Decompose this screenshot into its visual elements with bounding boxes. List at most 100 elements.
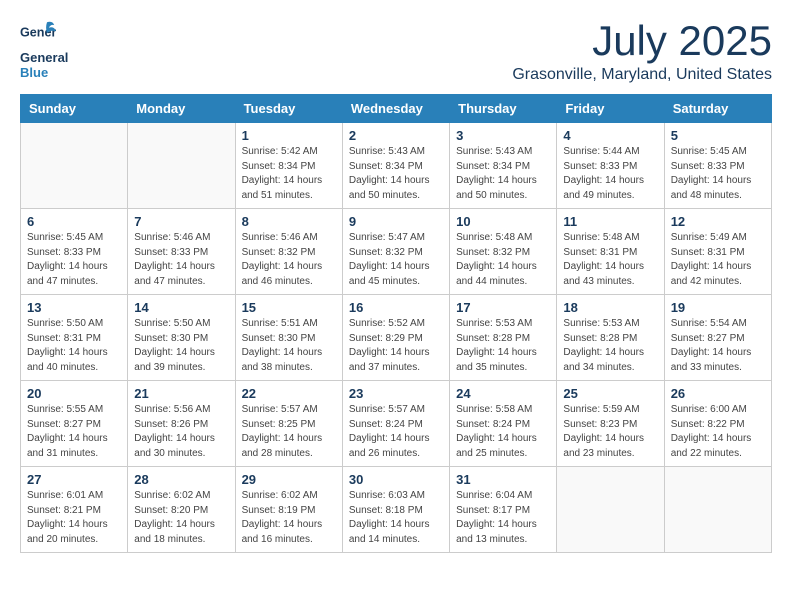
day-info: Sunrise: 6:01 AM Sunset: 8:21 PM Dayligh…: [27, 489, 121, 547]
day-info: Sunrise: 6:04 AM Sunset: 8:17 PM Dayligh…: [456, 489, 550, 547]
calendar-cell: 7Sunrise: 5:46 AM Sunset: 8:33 PM Daylig…: [128, 209, 235, 295]
calendar-cell: 12 Sunrise: 5:49 AM Sunset: 8:31 PM Dayli…: [664, 209, 771, 295]
day-info: Sunrise: 5:57 AM Sunset: 8:24 PM Dayligh…: [349, 403, 443, 461]
day-info: Sunrise: 5:46 AM Sunset: 8:32 PM Dayligh…: [242, 231, 336, 289]
day-info: Sunrise: 5:43 AM Sunset: 8:34 PM Dayligh…: [456, 145, 550, 203]
day-info: Sunrise: 5:50 AM Sunset: 8:30 PM Dayligh…: [134, 317, 228, 375]
day-info: Sunrise: 6:02 AM Sunset: 8:20 PM Dayligh…: [134, 489, 228, 547]
calendar-cell: 10 Sunrise: 5:48 AM Sunset: 8:32 PM Dayli…: [450, 209, 557, 295]
column-header-sunday: Sunday: [21, 95, 128, 123]
logo-blue: Blue: [20, 65, 48, 80]
calendar-cell: 11 Sunrise: 5:48 AM Sunset: 8:31 PM Dayli…: [557, 209, 664, 295]
day-number: 14: [134, 300, 228, 315]
calendar-cell: 8 Sunrise: 5:46 AM Sunset: 8:32 PM Daylig…: [235, 209, 342, 295]
calendar-cell: 18Sunrise: 5:53 AM Sunset: 8:28 PM Dayli…: [557, 295, 664, 381]
calendar-cell: 3 Sunrise: 5:43 AM Sunset: 8:34 PM Daylig…: [450, 123, 557, 209]
column-header-wednesday: Wednesday: [342, 95, 449, 123]
calendar-cell: 21 Sunrise: 5:56 AM Sunset: 8:26 PM Dayli…: [128, 381, 235, 467]
day-number: 4: [563, 128, 657, 143]
day-info: Sunrise: 5:43 AM Sunset: 8:34 PM Dayligh…: [349, 145, 443, 203]
day-number: 3: [456, 128, 550, 143]
column-header-tuesday: Tuesday: [235, 95, 342, 123]
day-number: 29: [242, 472, 336, 487]
day-number: 28: [134, 472, 228, 487]
day-number: 5: [671, 128, 765, 143]
day-info: Sunrise: 5:45 AM Sunset: 8:33 PM Dayligh…: [671, 145, 765, 203]
calendar-cell: 30 Sunrise: 6:03 AM Sunset: 8:18 PM Dayli…: [342, 467, 449, 553]
calendar-cell: 29 Sunrise: 6:02 AM Sunset: 8:19 PM Dayli…: [235, 467, 342, 553]
title-block: July 2025 Grasonville, Maryland, United …: [512, 20, 772, 84]
week-row-1: 1 Sunrise: 5:42 AM Sunset: 8:34 PM Daylig…: [21, 123, 772, 209]
day-number: 1: [242, 128, 336, 143]
calendar-cell: [664, 467, 771, 553]
day-number: 26: [671, 386, 765, 401]
week-row-5: 27 Sunrise: 6:01 AM Sunset: 8:21 PM Dayli…: [21, 467, 772, 553]
logo: General General Blue: [20, 20, 68, 80]
calendar-cell: 9Sunrise: 5:47 AM Sunset: 8:32 PM Daylig…: [342, 209, 449, 295]
calendar-cell: 22 Sunrise: 5:57 AM Sunset: 8:25 PM Dayli…: [235, 381, 342, 467]
day-number: 12: [671, 214, 765, 229]
day-number: 30: [349, 472, 443, 487]
day-info: Sunrise: 6:02 AM Sunset: 8:19 PM Dayligh…: [242, 489, 336, 547]
day-number: 20: [27, 386, 121, 401]
calendar-cell: 20 Sunrise: 5:55 AM Sunset: 8:27 PM Dayli…: [21, 381, 128, 467]
calendar-cell: 25Sunrise: 5:59 AM Sunset: 8:23 PM Dayli…: [557, 381, 664, 467]
day-number: 2: [349, 128, 443, 143]
calendar-cell: [557, 467, 664, 553]
calendar-cell: 2 Sunrise: 5:43 AM Sunset: 8:34 PM Daylig…: [342, 123, 449, 209]
logo-general: General: [20, 50, 68, 65]
column-header-friday: Friday: [557, 95, 664, 123]
day-info: Sunrise: 5:48 AM Sunset: 8:32 PM Dayligh…: [456, 231, 550, 289]
calendar-cell: 19 Sunrise: 5:54 AM Sunset: 8:27 PM Dayli…: [664, 295, 771, 381]
calendar-cell: 31 Sunrise: 6:04 AM Sunset: 8:17 PM Dayli…: [450, 467, 557, 553]
day-info: Sunrise: 5:53 AM Sunset: 8:28 PM Dayligh…: [563, 317, 657, 375]
day-info: Sunrise: 6:03 AM Sunset: 8:18 PM Dayligh…: [349, 489, 443, 547]
day-info: Sunrise: 5:48 AM Sunset: 8:31 PM Dayligh…: [563, 231, 657, 289]
day-number: 21: [134, 386, 228, 401]
day-number: 16: [349, 300, 443, 315]
calendar-cell: 23 Sunrise: 5:57 AM Sunset: 8:24 PM Dayli…: [342, 381, 449, 467]
month-year-title: July 2025: [512, 20, 772, 62]
calendar-table: SundayMondayTuesdayWednesdayThursdayFrid…: [20, 94, 772, 553]
day-number: 22: [242, 386, 336, 401]
day-number: 19: [671, 300, 765, 315]
calendar-cell: 28 Sunrise: 6:02 AM Sunset: 8:20 PM Dayli…: [128, 467, 235, 553]
day-number: 27: [27, 472, 121, 487]
day-info: Sunrise: 5:47 AM Sunset: 8:32 PM Dayligh…: [349, 231, 443, 289]
calendar-cell: 6Sunrise: 5:45 AM Sunset: 8:33 PM Daylig…: [21, 209, 128, 295]
calendar-cell: [21, 123, 128, 209]
day-info: Sunrise: 5:57 AM Sunset: 8:25 PM Dayligh…: [242, 403, 336, 461]
day-info: Sunrise: 5:44 AM Sunset: 8:33 PM Dayligh…: [563, 145, 657, 203]
week-row-2: 6Sunrise: 5:45 AM Sunset: 8:33 PM Daylig…: [21, 209, 772, 295]
day-info: Sunrise: 5:50 AM Sunset: 8:31 PM Dayligh…: [27, 317, 121, 375]
day-number: 11: [563, 214, 657, 229]
column-header-thursday: Thursday: [450, 95, 557, 123]
week-row-4: 20 Sunrise: 5:55 AM Sunset: 8:27 PM Dayli…: [21, 381, 772, 467]
calendar-cell: 14 Sunrise: 5:50 AM Sunset: 8:30 PM Dayli…: [128, 295, 235, 381]
day-number: 17: [456, 300, 550, 315]
column-header-monday: Monday: [128, 95, 235, 123]
day-info: Sunrise: 5:42 AM Sunset: 8:34 PM Dayligh…: [242, 145, 336, 203]
calendar-cell: 16 Sunrise: 5:52 AM Sunset: 8:29 PM Dayli…: [342, 295, 449, 381]
day-info: Sunrise: 5:54 AM Sunset: 8:27 PM Dayligh…: [671, 317, 765, 375]
day-info: Sunrise: 5:53 AM Sunset: 8:28 PM Dayligh…: [456, 317, 550, 375]
calendar-cell: 1 Sunrise: 5:42 AM Sunset: 8:34 PM Daylig…: [235, 123, 342, 209]
logo-bird-icon: General: [20, 20, 56, 48]
calendar-cell: [128, 123, 235, 209]
day-number: 10: [456, 214, 550, 229]
calendar-cell: 26Sunrise: 6:00 AM Sunset: 8:22 PM Dayli…: [664, 381, 771, 467]
week-row-3: 13Sunrise: 5:50 AM Sunset: 8:31 PM Dayli…: [21, 295, 772, 381]
day-info: Sunrise: 5:59 AM Sunset: 8:23 PM Dayligh…: [563, 403, 657, 461]
day-number: 7: [134, 214, 228, 229]
day-info: Sunrise: 5:49 AM Sunset: 8:31 PM Dayligh…: [671, 231, 765, 289]
column-header-saturday: Saturday: [664, 95, 771, 123]
calendar-header-row: SundayMondayTuesdayWednesdayThursdayFrid…: [21, 95, 772, 123]
day-info: Sunrise: 5:58 AM Sunset: 8:24 PM Dayligh…: [456, 403, 550, 461]
day-number: 23: [349, 386, 443, 401]
day-info: Sunrise: 5:52 AM Sunset: 8:29 PM Dayligh…: [349, 317, 443, 375]
day-info: Sunrise: 5:56 AM Sunset: 8:26 PM Dayligh…: [134, 403, 228, 461]
day-number: 8: [242, 214, 336, 229]
calendar-cell: 27 Sunrise: 6:01 AM Sunset: 8:21 PM Dayli…: [21, 467, 128, 553]
day-info: Sunrise: 5:55 AM Sunset: 8:27 PM Dayligh…: [27, 403, 121, 461]
day-number: 31: [456, 472, 550, 487]
